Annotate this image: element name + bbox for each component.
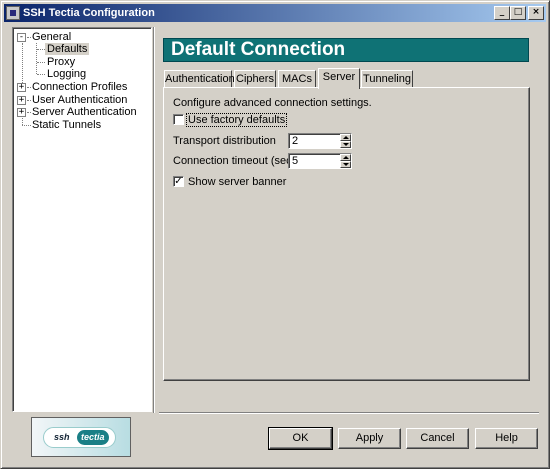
tab-macs[interactable]: MACs <box>278 70 316 88</box>
window-title: SSH Tectia Configuration <box>23 7 155 19</box>
tree-item-defaults[interactable]: Defaults <box>45 43 90 56</box>
tree-item-static-tunnels[interactable]: Static Tunnels <box>32 119 101 132</box>
ok-button[interactable]: OK <box>268 427 333 450</box>
tree-item-defaults-label: Defaults <box>45 43 90 55</box>
apply-button[interactable]: Apply <box>338 428 401 449</box>
tree-connector <box>36 43 37 74</box>
transport-distribution-label: Transport distribution <box>173 135 276 147</box>
tree-connector <box>27 37 31 38</box>
tab-ciphers[interactable]: Ciphers <box>234 70 276 88</box>
tab-tunneling[interactable]: Tunneling <box>361 70 413 88</box>
increment-icon[interactable] <box>340 154 351 161</box>
close-button[interactable]: × <box>528 6 544 20</box>
tree-connector <box>27 100 31 101</box>
page-title: Default Connection <box>163 38 529 62</box>
tree-connector <box>27 112 31 113</box>
ssh-tectia-logo: ssh tectia <box>31 417 131 457</box>
tree-item-logging[interactable]: Logging <box>47 68 86 81</box>
spin-buttons <box>340 154 351 168</box>
tree-item-server-authentication[interactable]: Server Authentication <box>32 106 137 119</box>
transport-distribution-spinner[interactable]: 2 <box>288 133 352 149</box>
expand-toggle-user-authentication[interactable]: + <box>17 96 26 105</box>
use-factory-defaults-checkbox[interactable] <box>173 114 184 125</box>
tree-connector <box>27 87 31 88</box>
maximize-button[interactable]: □ <box>510 6 526 20</box>
app-icon <box>6 6 20 20</box>
window-controls: _ □ × <box>494 6 544 20</box>
panel-description: Configure advanced connection settings. <box>173 97 372 109</box>
logo-badge: ssh tectia <box>43 427 116 448</box>
connection-timeout-value[interactable]: 5 <box>292 155 298 167</box>
tree-connector <box>37 49 45 50</box>
help-button[interactable]: Help <box>475 428 538 449</box>
connection-timeout-spinner[interactable]: 5 <box>288 153 352 169</box>
show-server-banner-checkbox[interactable]: ✓ <box>173 176 184 187</box>
panel-divider[interactable] <box>153 27 155 413</box>
decrement-icon[interactable] <box>340 141 351 148</box>
tree-connector <box>37 62 45 63</box>
cancel-button[interactable]: Cancel <box>406 428 469 449</box>
logo-ssh-text: ssh <box>54 432 70 442</box>
server-tab-panel <box>163 87 530 381</box>
decrement-icon[interactable] <box>340 161 351 168</box>
tab-authentication[interactable]: Authentication <box>164 70 235 88</box>
expand-toggle-server-authentication[interactable]: + <box>17 108 26 117</box>
tree-connector <box>22 125 31 126</box>
use-factory-defaults-label[interactable]: Use factory defaults <box>185 113 288 127</box>
tree-connector <box>22 43 23 87</box>
main-window: SSH Tectia Configuration _ □ × - General… <box>0 0 550 469</box>
tree-item-connection-profiles[interactable]: Connection Profiles <box>32 81 127 94</box>
transport-distribution-value[interactable]: 2 <box>292 135 298 147</box>
tree-connector <box>37 74 45 75</box>
show-server-banner-label[interactable]: Show server banner <box>188 176 286 188</box>
minimize-button[interactable]: _ <box>494 6 510 20</box>
logo-tectia-text: tectia <box>77 430 109 445</box>
tree-connector <box>22 118 23 125</box>
tab-server[interactable]: Server <box>318 68 360 89</box>
increment-icon[interactable] <box>340 134 351 141</box>
button-divider <box>159 412 539 414</box>
settings-tree[interactable]: - General Defaults Proxy Logging + Conne… <box>12 27 152 412</box>
spin-buttons <box>340 134 351 148</box>
title-bar[interactable]: SSH Tectia Configuration _ □ × <box>4 4 546 22</box>
collapse-toggle-general[interactable]: - <box>17 33 26 42</box>
expand-toggle-connection-profiles[interactable]: + <box>17 83 26 92</box>
